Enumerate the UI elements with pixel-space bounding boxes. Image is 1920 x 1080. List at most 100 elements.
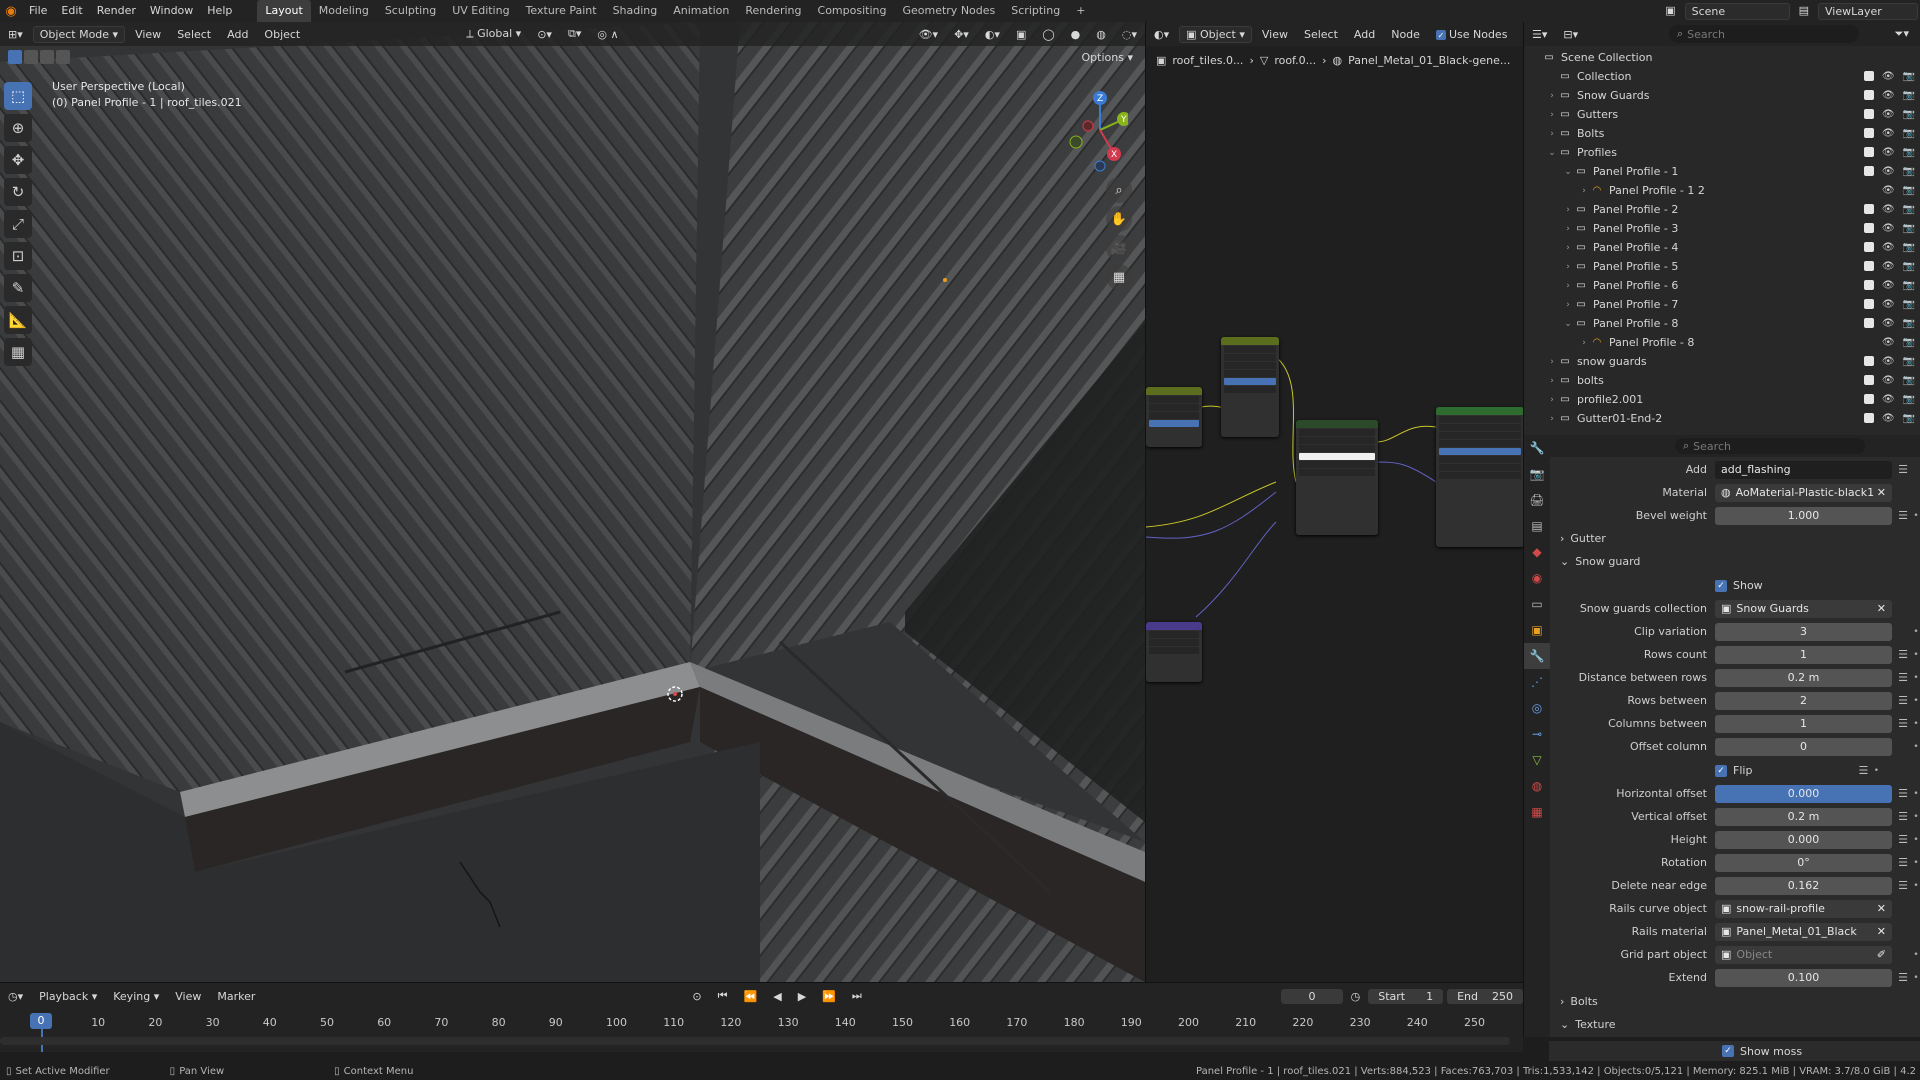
exclude-checkbox[interactable] bbox=[1863, 413, 1874, 423]
outliner-row[interactable]: ⌄ ▭ Profiles 👁 📷 bbox=[1524, 143, 1920, 162]
keyframe-dot-icon[interactable]: • bbox=[1911, 835, 1920, 845]
overlay-icon[interactable]: ◐▾ bbox=[979, 27, 1006, 42]
editor-type-icon[interactable]: ⊞▾ bbox=[2, 27, 29, 42]
chevron-right-icon[interactable]: › bbox=[1546, 376, 1558, 386]
camera-render-icon[interactable]: 📷 bbox=[1903, 242, 1915, 253]
outliner-row[interactable]: › ▭ bolts 👁 📷 bbox=[1524, 371, 1920, 390]
list-icon[interactable]: ☰ bbox=[1895, 671, 1911, 684]
property-field[interactable]: ▣ Object ✐ bbox=[1715, 945, 1892, 964]
rotate-tool-icon[interactable]: ↻ bbox=[4, 178, 32, 206]
menu-render[interactable]: Render bbox=[90, 0, 143, 22]
menu-help[interactable]: Help bbox=[200, 0, 239, 22]
zoom-icon[interactable]: ⌕ bbox=[1106, 177, 1132, 203]
eye-icon[interactable]: 👁 bbox=[1882, 242, 1895, 253]
menu-file[interactable]: File bbox=[22, 0, 54, 22]
data-tab-icon[interactable]: ▽ bbox=[1524, 747, 1550, 773]
object-tab-icon[interactable]: ▣ bbox=[1524, 617, 1550, 643]
outliner-row[interactable]: › ▭ Panel Profile - 4 👁 📷 bbox=[1524, 238, 1920, 257]
outliner-row[interactable]: › ▭ Snow Guards 👁 📷 bbox=[1524, 86, 1920, 105]
gizmo-icon[interactable]: ✥▾ bbox=[948, 27, 975, 42]
node-hue-saturation[interactable] bbox=[1146, 387, 1202, 447]
tab-shading[interactable]: Shading bbox=[605, 0, 666, 22]
eye-icon[interactable]: 👁 bbox=[1882, 109, 1895, 120]
tab-uv-editing[interactable]: UV Editing bbox=[444, 0, 517, 22]
list-icon[interactable]: ☰ bbox=[1895, 856, 1911, 869]
outliner-row[interactable]: › ▭ Bolts 👁 📷 bbox=[1524, 124, 1920, 143]
property-field[interactable]: ▣ snow-rail-profile ✕ bbox=[1715, 899, 1892, 918]
chevron-right-icon[interactable]: › bbox=[1546, 129, 1558, 139]
eye-icon[interactable]: 👁 bbox=[1882, 261, 1895, 272]
exclude-checkbox[interactable] bbox=[1863, 318, 1874, 328]
outliner-row[interactable]: › ◠ Panel Profile - 1 2 👁 📷 bbox=[1524, 181, 1920, 200]
camera-render-icon[interactable]: 📷 bbox=[1903, 90, 1915, 101]
camera-render-icon[interactable]: 📷 bbox=[1903, 147, 1915, 158]
playhead[interactable]: 0 bbox=[30, 1013, 52, 1029]
proportional-edit-icon[interactable]: ◎ ∧ bbox=[591, 27, 624, 42]
property-field[interactable]: 0.000 bbox=[1715, 830, 1892, 849]
list-icon[interactable]: ☰ bbox=[1895, 833, 1911, 846]
scene-icon[interactable]: ▣ bbox=[1658, 0, 1682, 22]
camera-view-icon[interactable]: 🎥 bbox=[1106, 235, 1132, 261]
select-subtract-icon[interactable] bbox=[40, 50, 54, 64]
shading-solid-icon[interactable]: ● bbox=[1065, 27, 1087, 42]
property-field[interactable]: ▣ Panel_Metal_01_Black ✕ bbox=[1715, 922, 1892, 941]
eye-icon[interactable]: 👁 bbox=[1882, 90, 1895, 101]
eye-icon[interactable]: 👁 bbox=[1882, 128, 1895, 139]
exclude-checkbox[interactable] bbox=[1863, 147, 1874, 157]
material-tab-icon[interactable]: ◍ bbox=[1524, 773, 1550, 799]
node-texture-group[interactable] bbox=[1296, 420, 1378, 535]
xray-icon[interactable]: ▣ bbox=[1010, 27, 1032, 42]
outliner-row[interactable]: › ▭ Panel Profile - 7 👁 📷 bbox=[1524, 295, 1920, 314]
filter-icon[interactable]: ⏷▾ bbox=[1889, 26, 1915, 42]
keyframe-dot-icon[interactable]: • bbox=[1911, 812, 1920, 822]
outliner-row[interactable]: › ◠ Panel Profile - 8 👁 📷 bbox=[1524, 333, 1920, 352]
camera-render-icon[interactable]: 📷 bbox=[1903, 185, 1915, 196]
keyframe-dot-icon[interactable]: • bbox=[1911, 742, 1920, 752]
chevron-right-icon[interactable]: › bbox=[1562, 300, 1574, 310]
camera-render-icon[interactable]: 📷 bbox=[1903, 261, 1915, 272]
exclude-checkbox[interactable] bbox=[1863, 204, 1874, 214]
timeline-scrollbar[interactable] bbox=[0, 1037, 1510, 1045]
chevron-right-icon[interactable]: › bbox=[1562, 281, 1574, 291]
keyframe-dot-icon[interactable]: • bbox=[1911, 789, 1920, 799]
camera-render-icon[interactable]: 📷 bbox=[1903, 318, 1915, 329]
exclude-checkbox[interactable] bbox=[1863, 356, 1874, 366]
select-invert-icon[interactable] bbox=[56, 50, 70, 64]
eye-icon[interactable]: 👁 bbox=[1882, 223, 1895, 234]
exclude-checkbox[interactable] bbox=[1863, 128, 1874, 138]
eye-icon[interactable]: 👁 bbox=[1882, 356, 1895, 367]
keyframe-dot-icon[interactable]: • bbox=[1911, 511, 1920, 521]
exclude-checkbox[interactable] bbox=[1863, 280, 1874, 290]
exclude-checkbox[interactable] bbox=[1863, 71, 1874, 81]
pivot-icon[interactable]: ⊙▾ bbox=[531, 27, 558, 42]
list-icon[interactable]: ☰ bbox=[1895, 694, 1911, 707]
keyframe-dot-icon[interactable]: • bbox=[1911, 673, 1920, 683]
visibility-icon[interactable]: 👁▾ bbox=[913, 27, 945, 42]
property-field[interactable]: 0.000 bbox=[1715, 784, 1892, 803]
property-field[interactable]: 1 bbox=[1715, 714, 1892, 733]
measure-tool-icon[interactable]: 📐 bbox=[4, 306, 32, 334]
scene-tab-icon[interactable]: ◆ bbox=[1524, 539, 1550, 565]
camera-render-icon[interactable]: 📷 bbox=[1903, 280, 1915, 291]
physics-tab-icon[interactable]: ◎ bbox=[1524, 695, 1550, 721]
gutter-panel-header[interactable]: › Gutter bbox=[1550, 527, 1920, 549]
list-icon[interactable]: ☰ bbox=[1895, 787, 1911, 800]
outliner-row[interactable]: › ▭ Gutters 👁 📷 bbox=[1524, 105, 1920, 124]
move-tool-icon[interactable]: ✥ bbox=[4, 146, 32, 174]
snap-icon[interactable]: ⧉▾ bbox=[562, 26, 587, 42]
eye-icon[interactable]: 👁 bbox=[1882, 185, 1895, 196]
exclude-checkbox[interactable] bbox=[1863, 223, 1874, 233]
list-icon[interactable]: ☰ bbox=[1895, 717, 1911, 730]
properties-search-input[interactable]: ⌕ Search bbox=[1675, 438, 1865, 454]
chevron-right-icon[interactable]: › bbox=[1546, 395, 1558, 405]
add-field[interactable]: add_flashing bbox=[1715, 460, 1892, 479]
eye-icon[interactable]: 👁 bbox=[1882, 299, 1895, 310]
tab-rendering[interactable]: Rendering bbox=[737, 0, 809, 22]
clear-icon[interactable]: ✕ bbox=[1877, 602, 1886, 615]
annotate-tool-icon[interactable]: ✎ bbox=[4, 274, 32, 302]
outliner-row[interactable]: › ▭ Panel Profile - 5 👁 📷 bbox=[1524, 257, 1920, 276]
outliner-row[interactable]: › ▭ snow guards 👁 📷 bbox=[1524, 352, 1920, 371]
bolts-panel-header[interactable]: › Bolts bbox=[1550, 990, 1920, 1012]
chevron-right-icon[interactable]: › bbox=[1562, 243, 1574, 253]
keyframe-dot-icon[interactable]: • bbox=[1911, 696, 1920, 706]
